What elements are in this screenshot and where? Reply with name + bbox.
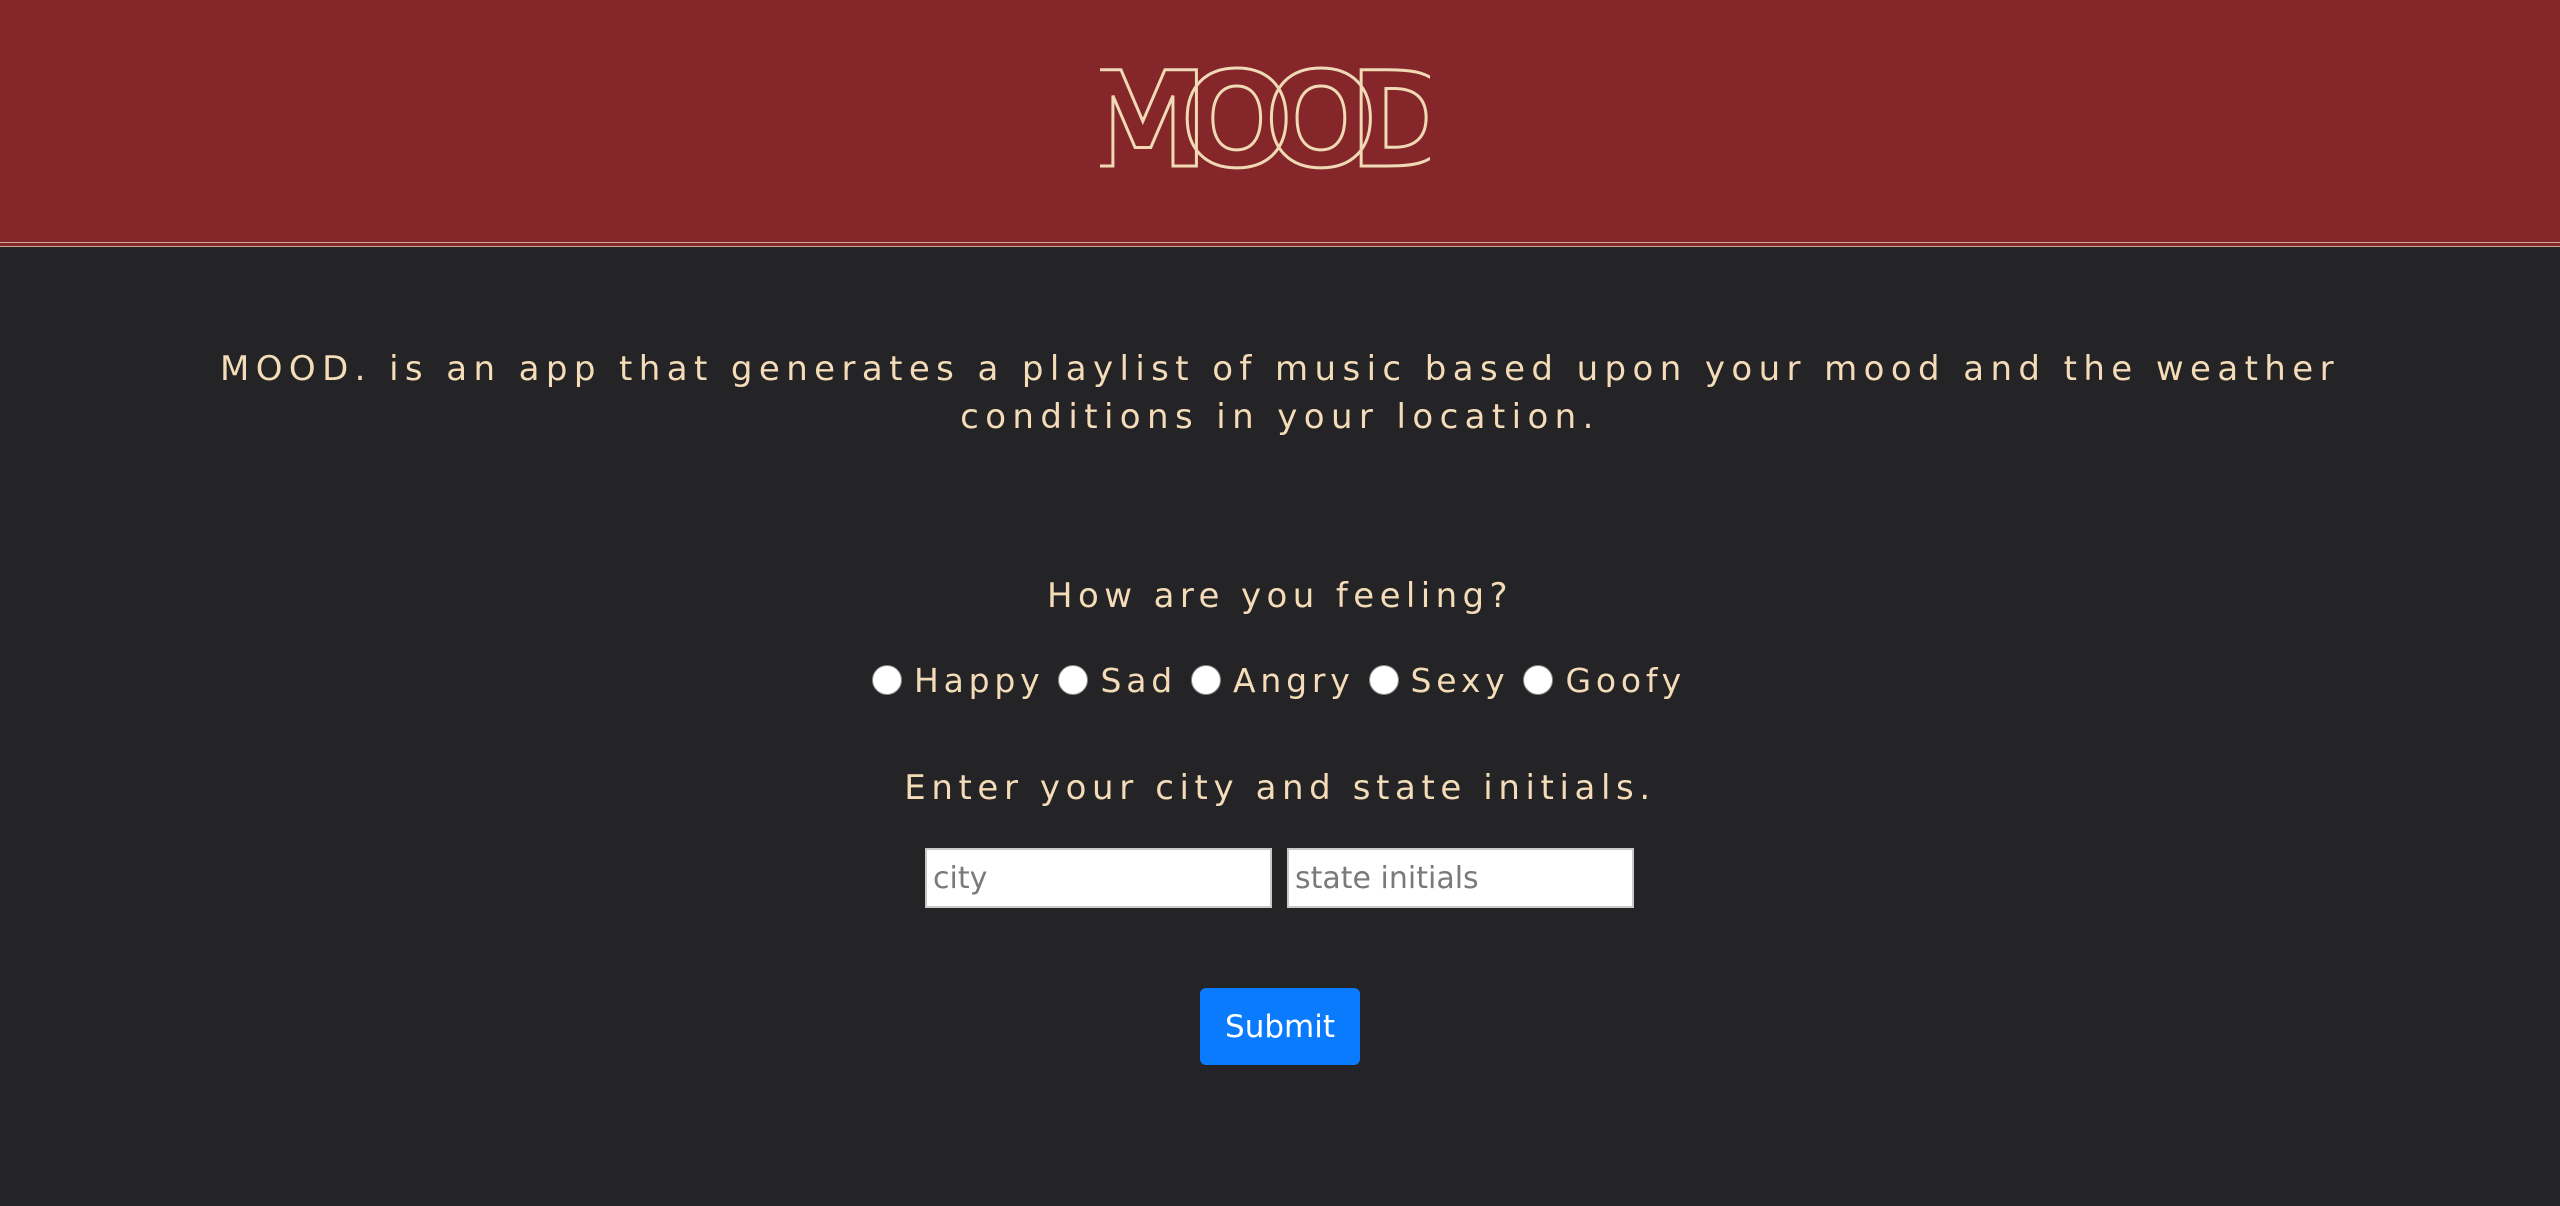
svg-text:MOOD.: MOOD.: [1100, 58, 1430, 178]
mood-option-goofy[interactable]: Goofy: [1523, 661, 1686, 700]
page-header: MOOD.: [0, 0, 2560, 242]
mood-label: Happy: [914, 660, 1045, 700]
mood-option-angry[interactable]: Angry: [1191, 661, 1355, 700]
mood-radio-group: Happy Sad Angry Sexy Goofy: [872, 656, 1700, 704]
mood-label: Sad: [1100, 660, 1177, 700]
mood-label: Angry: [1233, 660, 1355, 700]
mood-logo: MOOD.: [1100, 58, 1430, 178]
mood-question: How are you feeling?: [1047, 576, 1513, 616]
mood-label: Goofy: [1565, 660, 1687, 700]
radio-button[interactable]: [1523, 665, 1554, 695]
radio-button[interactable]: [1368, 665, 1399, 695]
city-input[interactable]: [925, 848, 1272, 908]
location-prompt: Enter your city and state initials.: [904, 768, 1656, 808]
mood-option-sexy[interactable]: Sexy: [1368, 660, 1510, 700]
radio-button[interactable]: [1058, 665, 1089, 695]
mood-label: Sexy: [1410, 660, 1510, 700]
radio-button[interactable]: [872, 665, 902, 695]
header-divider: [0, 242, 2560, 247]
submit-button[interactable]: Submit: [1200, 988, 1360, 1065]
mood-option-happy[interactable]: Happy: [872, 661, 1044, 700]
mood-option-sad[interactable]: Sad: [1058, 661, 1177, 700]
state-initials-input[interactable]: [1287, 848, 1634, 908]
app-description: MOOD. is an app that generates a playlis…: [220, 349, 2340, 437]
radio-button[interactable]: [1191, 665, 1221, 695]
